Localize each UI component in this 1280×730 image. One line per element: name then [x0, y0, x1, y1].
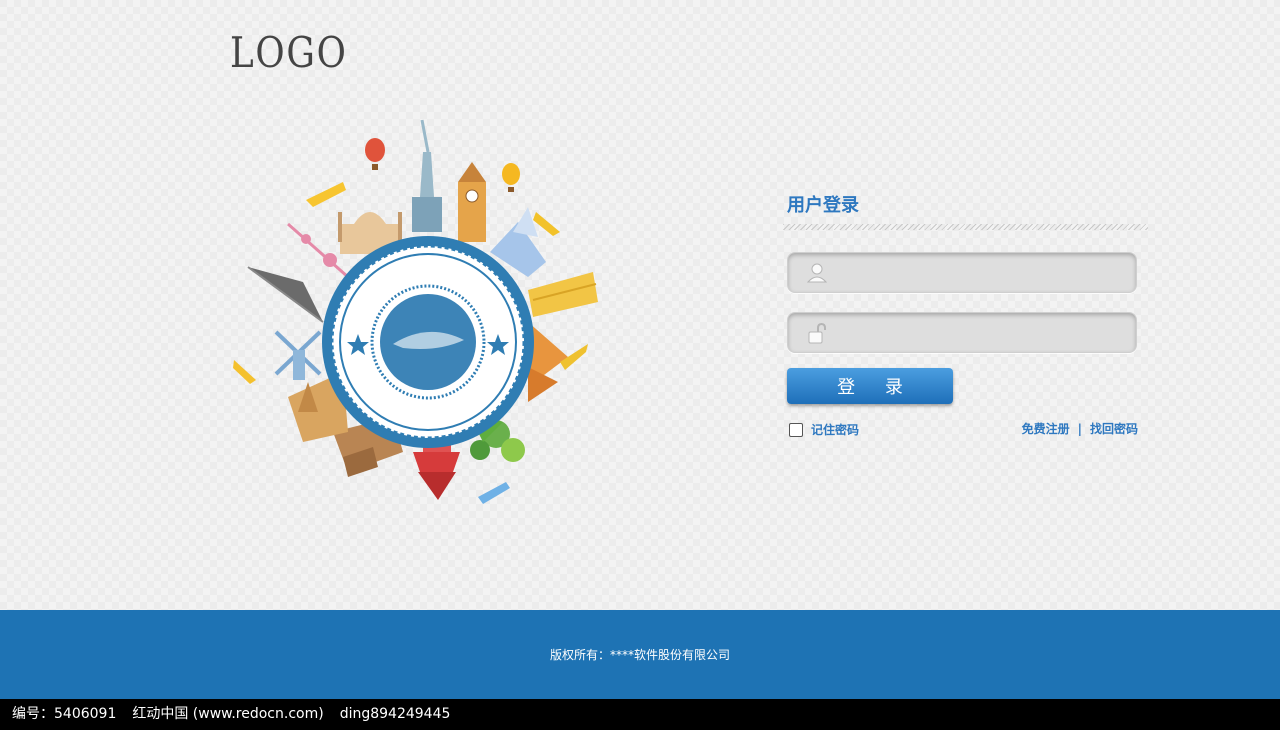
- forgot-password-link[interactable]: 找回密码: [1090, 422, 1138, 436]
- copyright-text: 版权所有：****软件股份有限公司: [549, 648, 730, 662]
- title-divider: [783, 224, 1148, 230]
- landmark-big-ben: [458, 162, 486, 242]
- landmark-statue-of-liberty: [412, 119, 442, 232]
- watermark-bar: 编号：5406091 红动中国 (www.redocn.com) ding89424…: [0, 699, 1280, 730]
- footer: 版权所有：****软件股份有限公司: [0, 610, 1280, 699]
- remember-checkbox[interactable]: [789, 422, 803, 437]
- seaplane-yellow: [306, 182, 346, 207]
- lock-icon: [808, 322, 826, 344]
- user-icon: [807, 263, 827, 283]
- link-separator: |: [1077, 422, 1082, 436]
- username-input[interactable]: [836, 253, 1130, 294]
- register-link[interactable]: 免费注册: [1022, 422, 1070, 436]
- landmark-eiffel-tower: [247, 266, 324, 323]
- plane-blue: [478, 482, 510, 504]
- password-input[interactable]: [836, 313, 1130, 354]
- landmark-pagoda: [413, 442, 460, 500]
- hot-air-balloon-yellow: [502, 163, 520, 192]
- hot-air-balloon-red: [365, 138, 385, 170]
- stamp-emblem: [322, 236, 534, 448]
- landmark-colosseum: [528, 272, 598, 317]
- remember-password[interactable]: 记住密码: [789, 421, 859, 438]
- login-button[interactable]: 登 录: [787, 368, 953, 404]
- travel-landmarks-illustration: [233, 119, 598, 504]
- watermark-site: 红动中国 (www.redocn.com): [132, 706, 324, 722]
- plane-yellow-right: [533, 212, 560, 236]
- username-field[interactable]: [787, 252, 1137, 294]
- watermark-id: 编号：5406091: [12, 706, 117, 722]
- login-title: 用户登录: [787, 195, 859, 216]
- plane-yellow-left: [233, 360, 256, 384]
- account-links: 免费注册 | 找回密码: [1022, 420, 1138, 437]
- logo: LOGO: [230, 28, 348, 77]
- landmark-windmill: [274, 330, 322, 380]
- watermark-author: ding894249445: [339, 706, 451, 722]
- login-panel: 用户登录 登 录 记住密码 免费注册 | 找回密码: [783, 192, 1148, 437]
- remember-label: 记住密码: [811, 423, 860, 437]
- password-field[interactable]: [787, 312, 1137, 354]
